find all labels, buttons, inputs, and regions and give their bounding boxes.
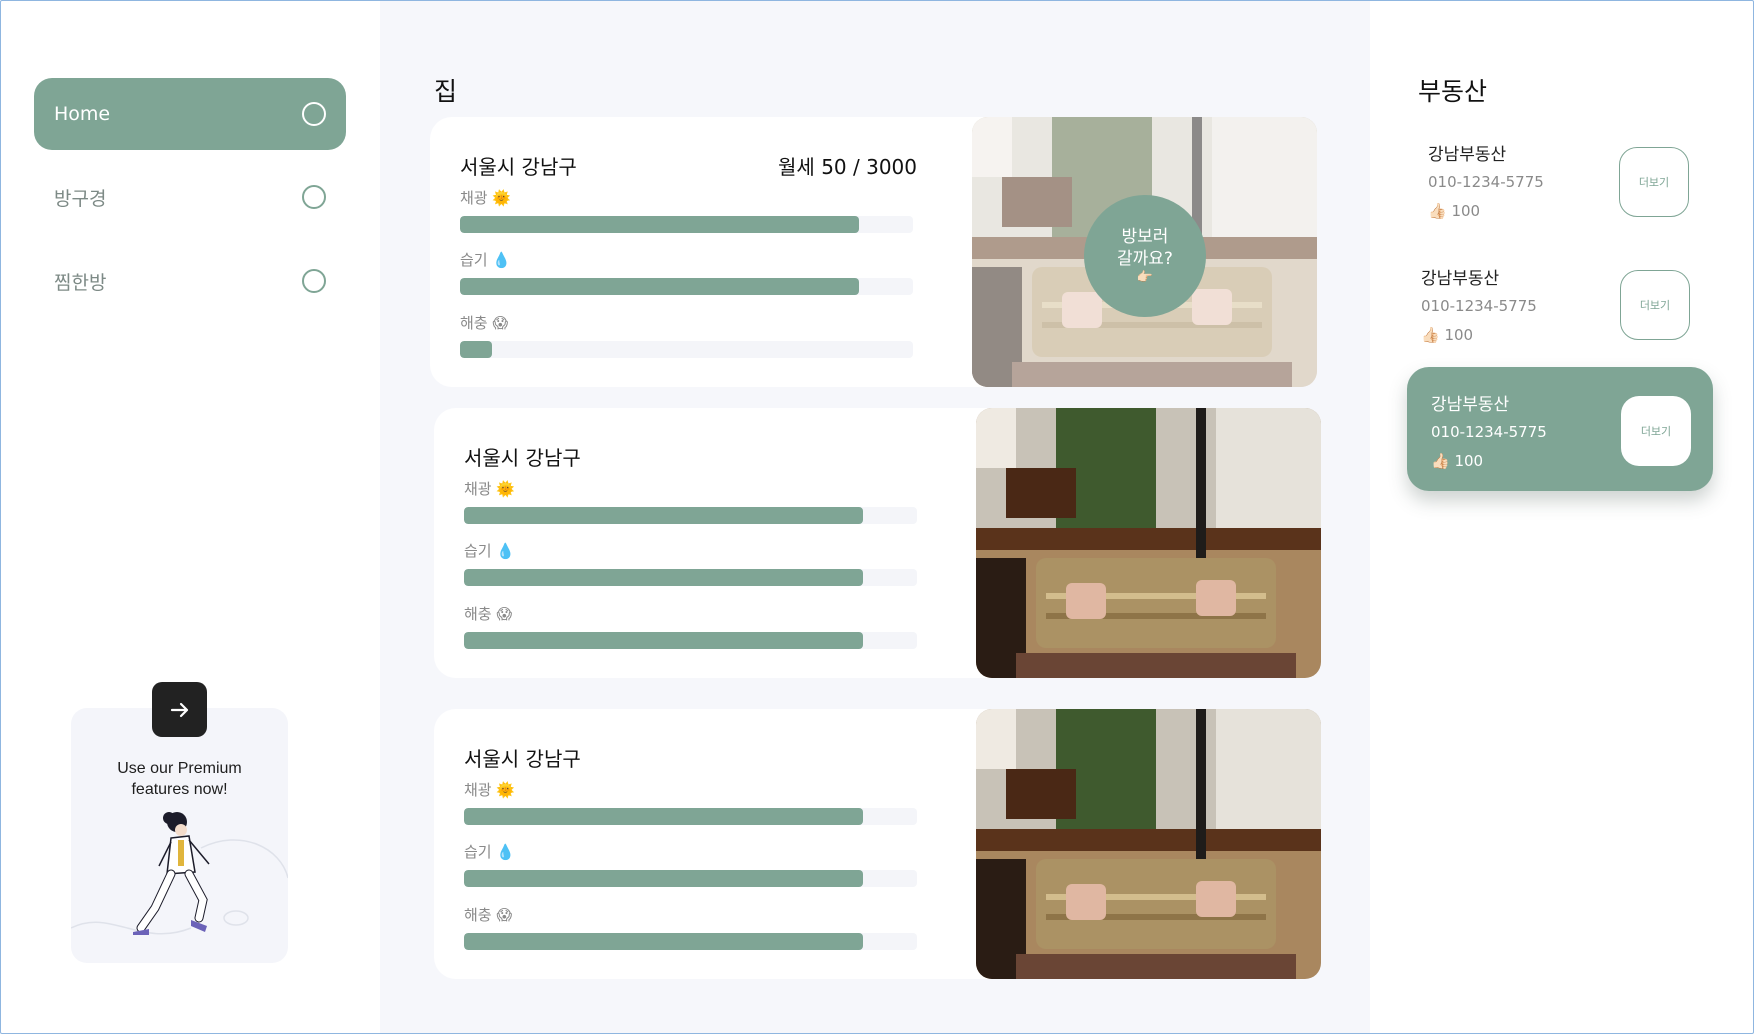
visit-room-button[interactable]: 방보러 갈까요? 👉🏻 <box>1084 195 1206 317</box>
arrow-right-icon <box>170 702 188 717</box>
premium-arrow-button[interactable] <box>152 682 207 737</box>
pointing-hand-icon: 👉🏻 <box>1136 270 1154 285</box>
window-frame <box>0 0 1754 1034</box>
